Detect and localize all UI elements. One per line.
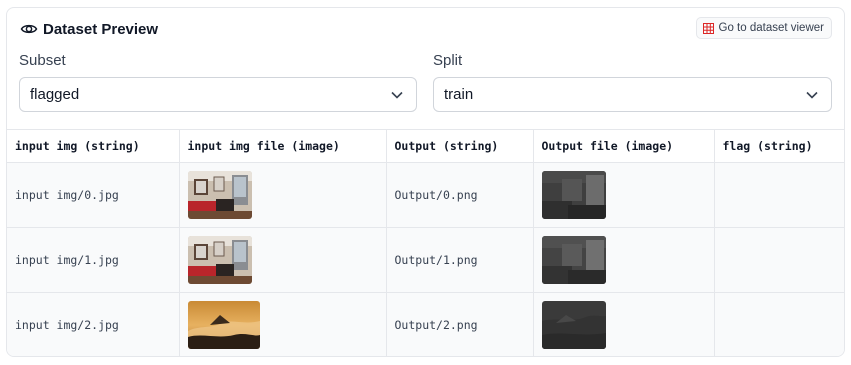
subset-select[interactable]: flagged [19, 77, 417, 112]
preview-header: Dataset Preview [20, 20, 158, 38]
output-file-cell [533, 292, 715, 356]
input-img-file-cell [179, 162, 387, 228]
room-photo-thumbnail[interactable] [187, 171, 252, 219]
landscape-photo-thumbnail[interactable] [187, 301, 260, 350]
split-value: train [444, 86, 474, 103]
split-label: Split [433, 52, 463, 69]
chevron-down-icon [805, 88, 819, 102]
output-cell: Output/2.png [386, 292, 534, 356]
table-row[interactable]: input img/0.jpg Output/0.png [7, 162, 844, 228]
column-header[interactable]: flag (string) [714, 129, 844, 163]
page-title: Dataset Preview [43, 20, 159, 38]
table-header-row: input img (string) input img file (image… [7, 129, 844, 163]
column-header[interactable]: Output file (image) [533, 129, 715, 163]
input-img-file-cell [179, 227, 387, 293]
output-cell: Output/0.png [386, 162, 534, 228]
grid-icon [702, 22, 714, 34]
subset-value: flagged [30, 86, 80, 103]
room-photo-thumbnail[interactable] [187, 236, 252, 284]
depth-map-thumbnail[interactable] [541, 171, 606, 219]
flag-cell [714, 227, 844, 293]
column-header[interactable]: Output (string) [386, 129, 534, 163]
eye-icon [20, 20, 38, 38]
column-header[interactable]: input img file (image) [179, 129, 387, 163]
dataset-table: input img (string) input img file (image… [7, 129, 844, 356]
depth-map-thumbnail[interactable] [541, 301, 606, 350]
dataset-preview-card: Dataset Preview Go to dataset viewer Sub… [6, 7, 845, 357]
output-cell: Output/1.png [386, 227, 534, 293]
input-img-cell: input img/2.jpg [7, 292, 180, 356]
output-file-cell [533, 227, 715, 293]
split-select[interactable]: train [433, 77, 832, 112]
output-file-cell [533, 162, 715, 228]
viewer-button-label: Go to dataset viewer [718, 22, 824, 34]
column-header[interactable]: input img (string) [7, 129, 180, 163]
input-img-cell: input img/1.jpg [7, 227, 180, 293]
input-img-file-cell [179, 292, 387, 356]
subset-label: Subset [19, 52, 66, 69]
table-row[interactable]: input img/2.jpg Output/2.png [7, 292, 844, 356]
input-img-cell: input img/0.jpg [7, 162, 180, 228]
table-row[interactable]: input img/1.jpg Output/1.png [7, 227, 844, 293]
flag-cell [714, 292, 844, 356]
chevron-down-icon [390, 88, 404, 102]
go-to-dataset-viewer-button[interactable]: Go to dataset viewer [695, 17, 832, 39]
flag-cell [714, 162, 844, 228]
depth-map-thumbnail[interactable] [541, 236, 606, 284]
